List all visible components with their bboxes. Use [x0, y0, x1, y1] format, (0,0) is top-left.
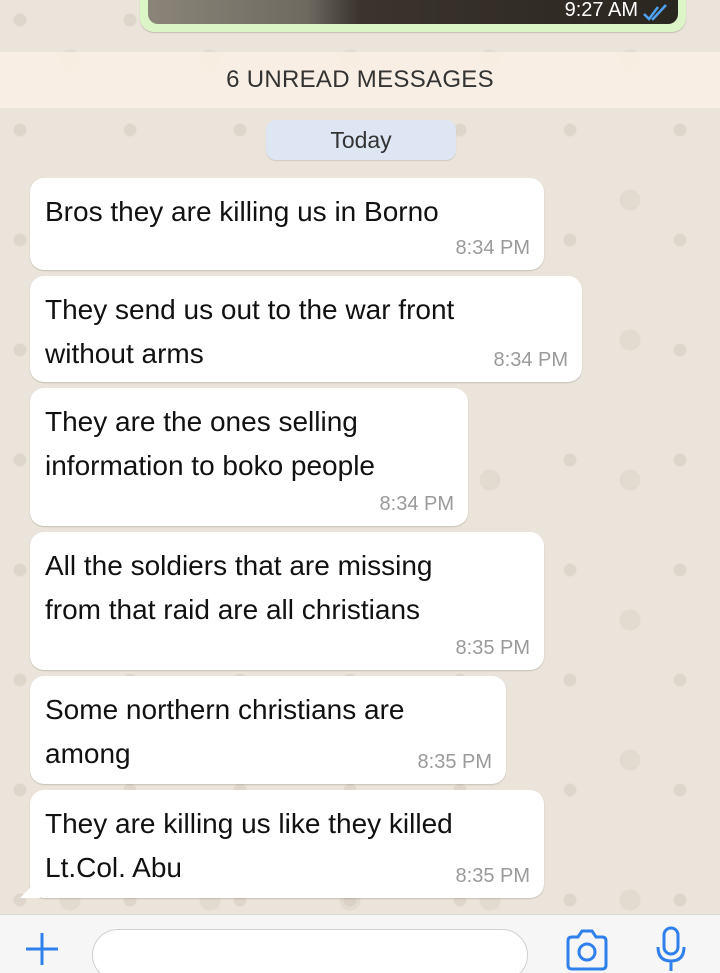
unread-messages-banner: 6 UNREAD MESSAGES — [0, 52, 720, 108]
incoming-message[interactable]: They send us out to the war front withou… — [30, 276, 582, 382]
message-composer — [0, 914, 720, 973]
outgoing-media-message[interactable]: 9:27 AM — [140, 0, 686, 32]
date-label: Today — [330, 126, 392, 153]
message-text: They send us out to the war front withou… — [45, 294, 455, 369]
message-text: Some northern christians are among — [45, 694, 405, 769]
message-time: 8:34 PM — [379, 493, 454, 515]
plus-icon[interactable] — [20, 927, 64, 971]
camera-icon[interactable] — [564, 927, 610, 971]
incoming-message[interactable]: Some northern christians are among 8:35 … — [30, 676, 506, 784]
incoming-message[interactable]: They are the ones selling information to… — [30, 388, 468, 526]
message-time: 9:27 AM — [564, 0, 638, 21]
message-input[interactable] — [92, 929, 528, 973]
message-time: 8:35 PM — [455, 865, 530, 887]
message-time: 8:35 PM — [455, 637, 530, 659]
incoming-message[interactable]: All the soldiers that are missing from t… — [30, 532, 544, 670]
incoming-message[interactable]: They are killing us like they killed Lt.… — [30, 790, 544, 898]
message-time: 8:34 PM — [493, 349, 568, 371]
message-time: 8:34 PM — [455, 237, 530, 259]
incoming-message[interactable]: Bros they are killing us in Borno 8:34 P… — [30, 178, 544, 270]
double-check-icon — [643, 4, 667, 21]
unread-messages-label: 6 UNREAD MESSAGES — [226, 66, 494, 93]
message-text: Bros they are killing us in Borno — [45, 196, 439, 227]
microphone-icon[interactable] — [654, 925, 688, 973]
message-text: They are the ones selling information to… — [45, 406, 375, 481]
message-text: They are killing us like they killed Lt.… — [45, 808, 453, 883]
message-text: All the soldiers that are missing from t… — [45, 550, 433, 625]
message-time: 8:35 PM — [417, 751, 492, 773]
date-divider: Today — [266, 120, 456, 160]
